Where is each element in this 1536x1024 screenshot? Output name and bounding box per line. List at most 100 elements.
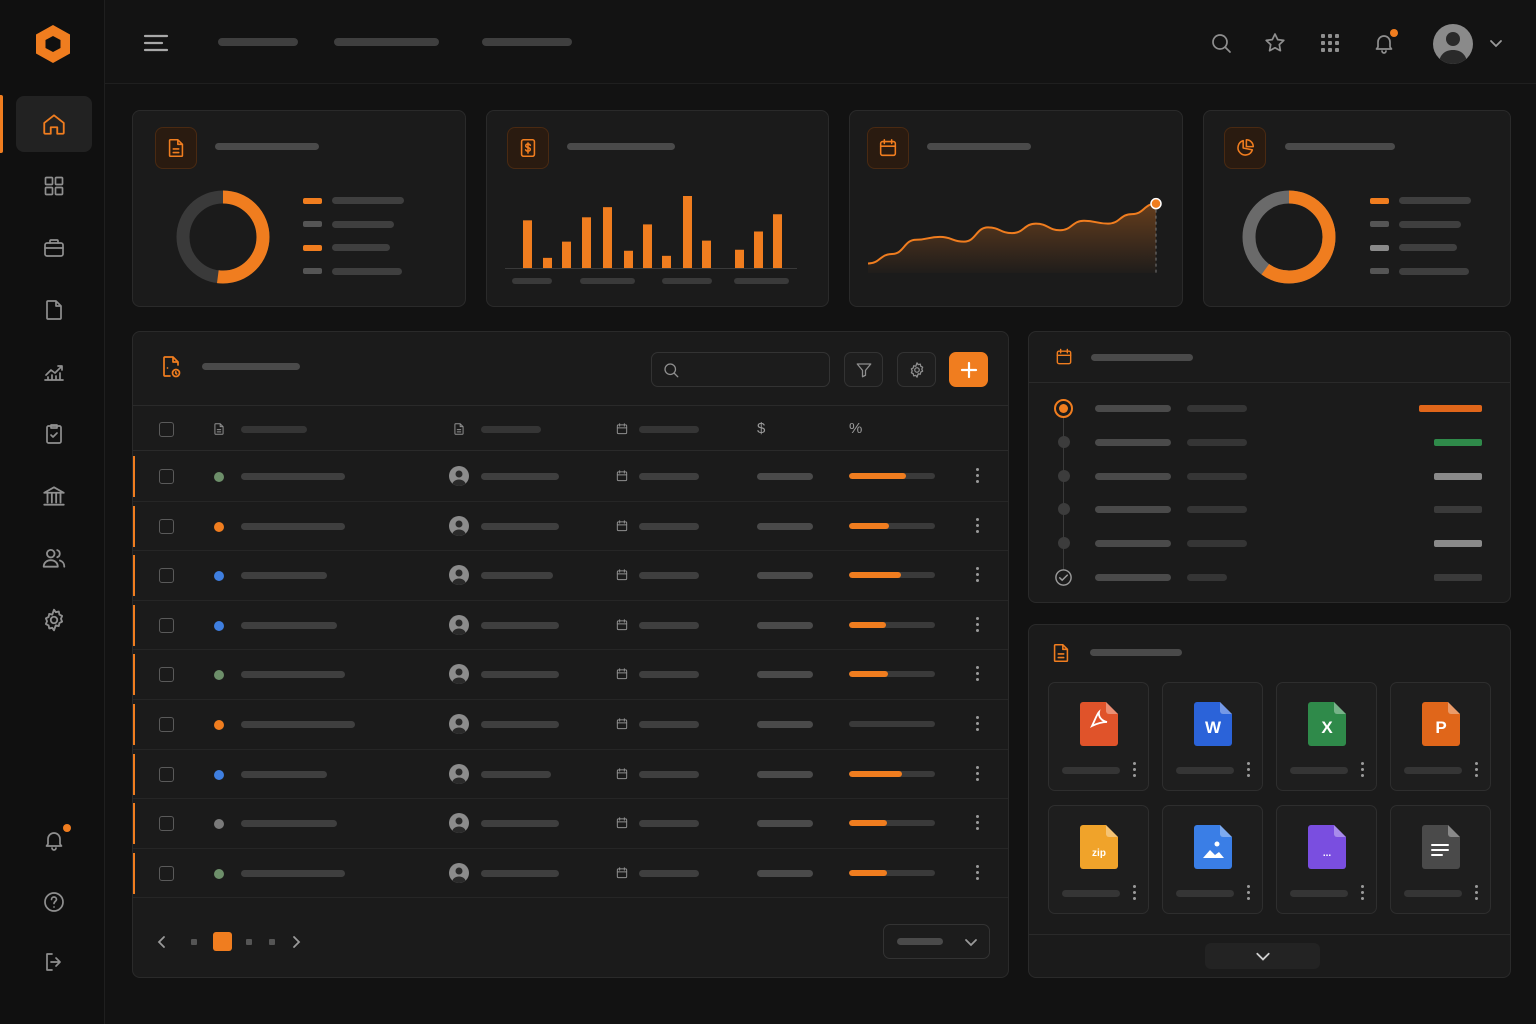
filter-button[interactable] [844,352,883,387]
apps-button[interactable] [1316,29,1344,57]
row-checkbox[interactable] [159,568,174,584]
file-actions-menu[interactable] [1475,762,1479,780]
row-actions-menu[interactable] [976,815,980,833]
row-actions-menu[interactable] [976,864,980,883]
nav-link-1[interactable] [218,38,298,46]
sidebar-item-tasks[interactable] [16,406,92,462]
sidebar-item-bank[interactable] [16,468,92,524]
row-actions-menu[interactable] [976,517,980,536]
row-name[interactable] [241,671,345,679]
table-row[interactable] [133,650,1008,700]
user-avatar[interactable] [1433,24,1473,64]
row-name[interactable] [241,770,327,778]
page-1[interactable] [191,939,197,945]
file-actions-menu[interactable] [1133,762,1137,780]
row-name[interactable] [241,621,337,629]
column-header-progress[interactable]: % [849,420,862,437]
hexagon-logo[interactable] [33,23,73,65]
sidebar-item-settings[interactable] [16,592,92,648]
row-checkbox[interactable] [159,717,174,732]
timeline-item[interactable] [1029,492,1511,526]
row-checkbox[interactable] [159,469,174,484]
row-name[interactable] [241,522,345,530]
timeline-item[interactable] [1029,560,1511,594]
column-header-amount[interactable]: $ [757,420,765,437]
file-tile[interactable]: ... [1276,805,1377,914]
row-checkbox[interactable] [159,617,174,633]
row-name[interactable] [241,820,337,828]
row-checkbox[interactable] [159,766,174,782]
row-amount [757,770,813,778]
table-row[interactable] [133,700,1008,750]
timeline-item[interactable] [1029,391,1511,425]
page-3[interactable] [246,939,252,945]
row-checkbox[interactable] [159,865,174,881]
table-row[interactable] [133,551,1008,601]
chevron-left-icon[interactable] [155,935,169,949]
column-header-name[interactable] [241,426,307,433]
sidebar-item-briefcase[interactable] [16,220,92,276]
sidebar-item-users[interactable] [16,530,92,586]
nav-link-2[interactable] [334,38,439,46]
account-menu-toggle[interactable] [1489,36,1503,50]
row-actions-menu[interactable] [976,716,980,734]
file-actions-menu[interactable] [1133,885,1137,903]
sidebar-item-home[interactable] [16,96,92,152]
add-record-button[interactable] [949,352,988,387]
sidebar-help[interactable] [16,874,92,930]
file-actions-menu[interactable] [1247,762,1251,780]
timeline-item[interactable] [1029,459,1511,493]
sidebar-item-grid[interactable] [16,158,92,214]
row-actions-menu[interactable] [976,666,980,684]
select-all-checkbox[interactable] [159,422,174,437]
page-4[interactable] [269,939,275,945]
timeline-item[interactable] [1029,526,1511,560]
row-checkbox[interactable] [159,667,174,683]
column-header-owner[interactable] [481,426,541,433]
notifications-button[interactable] [1370,29,1398,57]
favorites-button[interactable] [1261,29,1289,57]
sidebar-notifications[interactable] [16,812,92,868]
row-actions-menu[interactable] [976,468,980,486]
table-row[interactable] [133,452,1008,502]
file-tile[interactable]: zip [1048,805,1149,914]
row-name[interactable] [241,572,327,580]
table-row[interactable] [133,750,1008,800]
file-actions-menu[interactable] [1247,885,1251,903]
menu-toggle[interactable] [143,29,171,57]
table-search-input[interactable] [651,352,830,387]
sidebar-item-analytics[interactable] [16,344,92,400]
file-tile[interactable]: W [1162,682,1263,791]
chevron-right-icon[interactable] [289,935,303,949]
search-button[interactable] [1207,29,1235,57]
file-tile[interactable]: X [1276,682,1377,791]
row-checkbox[interactable] [159,518,174,534]
table-row[interactable] [133,502,1008,552]
nav-link-3[interactable] [482,38,572,46]
page-current[interactable] [213,932,232,951]
row-name[interactable] [241,721,355,728]
table-row[interactable] [133,849,1008,899]
page-size-select[interactable] [883,924,990,959]
file-actions-menu[interactable] [1475,885,1479,903]
file-tile[interactable] [1048,682,1149,791]
file-tile[interactable] [1162,805,1263,914]
column-header-date[interactable] [639,426,699,433]
sidebar-logout[interactable] [16,934,92,990]
table-row[interactable] [133,799,1008,849]
row-actions-menu[interactable] [976,567,980,585]
row-name[interactable] [241,473,345,480]
row-actions-menu[interactable] [976,765,980,784]
timeline-item[interactable] [1029,425,1511,459]
table-settings-button[interactable] [897,352,936,387]
file-actions-menu[interactable] [1361,762,1365,780]
show-more-files-button[interactable] [1205,943,1320,969]
row-name[interactable] [241,869,345,877]
file-tile[interactable] [1390,805,1491,914]
file-tile[interactable]: P [1390,682,1491,791]
table-row[interactable] [133,601,1008,651]
sidebar-item-documents[interactable] [16,282,92,338]
row-actions-menu[interactable] [976,616,980,635]
row-checkbox[interactable] [159,816,174,832]
file-actions-menu[interactable] [1361,885,1365,903]
